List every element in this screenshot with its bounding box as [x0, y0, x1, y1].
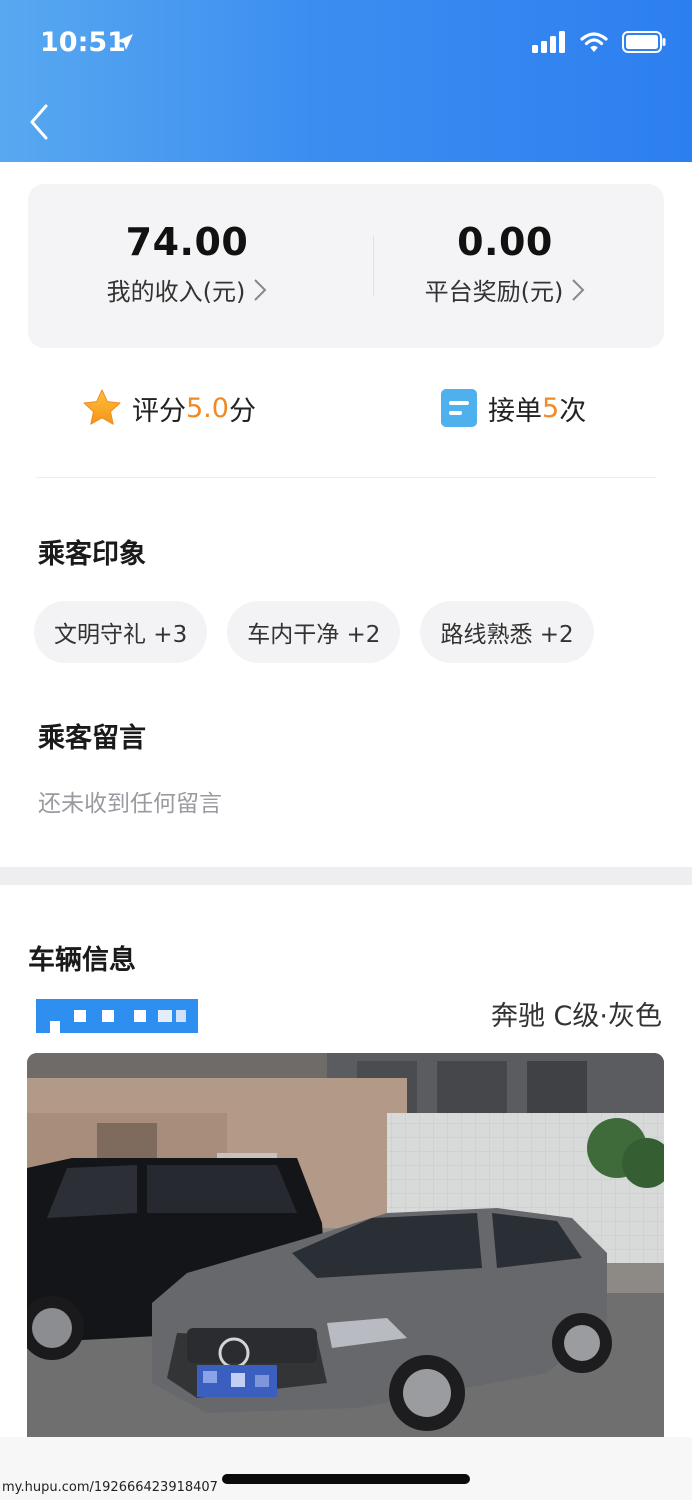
- license-plate-pixelated: [36, 995, 198, 1033]
- impressions-title: 乘客印象: [38, 539, 146, 570]
- messages-empty-text: 还未收到任何留言: [38, 791, 222, 817]
- orders-suffix: 次: [559, 395, 587, 427]
- vehicle-photo: [27, 1053, 664, 1437]
- home-indicator: [222, 1474, 470, 1484]
- back-button[interactable]: [24, 100, 60, 144]
- driver-metrics: 评分 5.0 分 接单 5 次: [0, 388, 692, 444]
- impression-tag: 文明守礼 +3: [34, 601, 208, 663]
- impression-tag: 路线熟悉 +2: [420, 601, 594, 663]
- document-icon: [441, 389, 477, 427]
- signal-icon: [532, 31, 565, 53]
- rating-value: 5.0: [186, 392, 229, 424]
- impression-tag: 车内干净 +2: [227, 601, 401, 663]
- impression-tags: 文明守礼 +3 车内干净 +2 路线熟悉 +2: [34, 601, 594, 663]
- app-header: 10:51: [0, 0, 692, 162]
- chevron-right-icon: [254, 278, 267, 301]
- section-divider: [36, 477, 656, 478]
- rating-metric: 评分 5.0 分: [82, 388, 256, 428]
- orders-value: 5: [542, 392, 560, 424]
- orders-prefix: 接单: [488, 395, 542, 427]
- income-stat[interactable]: 74.00 我的收入(元): [28, 220, 346, 307]
- earnings-card: 74.00 我的收入(元) 0.00 平台奖励(元): [28, 184, 664, 348]
- orders-metric: 接单 5 次: [440, 388, 586, 428]
- section-separator: [0, 867, 692, 885]
- income-label: 我的收入(元): [106, 278, 246, 306]
- watermark: my.hupu.com/192666423918407: [2, 1480, 218, 1495]
- messages-title: 乘客留言: [38, 723, 146, 754]
- vehicle-title: 车辆信息: [28, 945, 136, 976]
- car-model: 奔驰 C级·灰色: [490, 1001, 662, 1032]
- status-icons: [532, 31, 666, 53]
- chevron-right-icon: [572, 278, 585, 301]
- income-value: 74.00: [125, 220, 249, 264]
- reward-stat[interactable]: 0.00 平台奖励(元): [346, 220, 664, 307]
- rating-prefix: 评分: [132, 395, 186, 427]
- star-icon: [83, 389, 121, 425]
- location-arrow-icon: [117, 34, 133, 50]
- wifi-icon: [580, 32, 608, 52]
- battery-icon: [622, 31, 666, 53]
- reward-value: 0.00: [457, 220, 553, 264]
- rating-suffix: 分: [228, 395, 256, 427]
- reward-label: 平台奖励(元): [424, 278, 564, 306]
- status-time: 10:51: [40, 27, 126, 58]
